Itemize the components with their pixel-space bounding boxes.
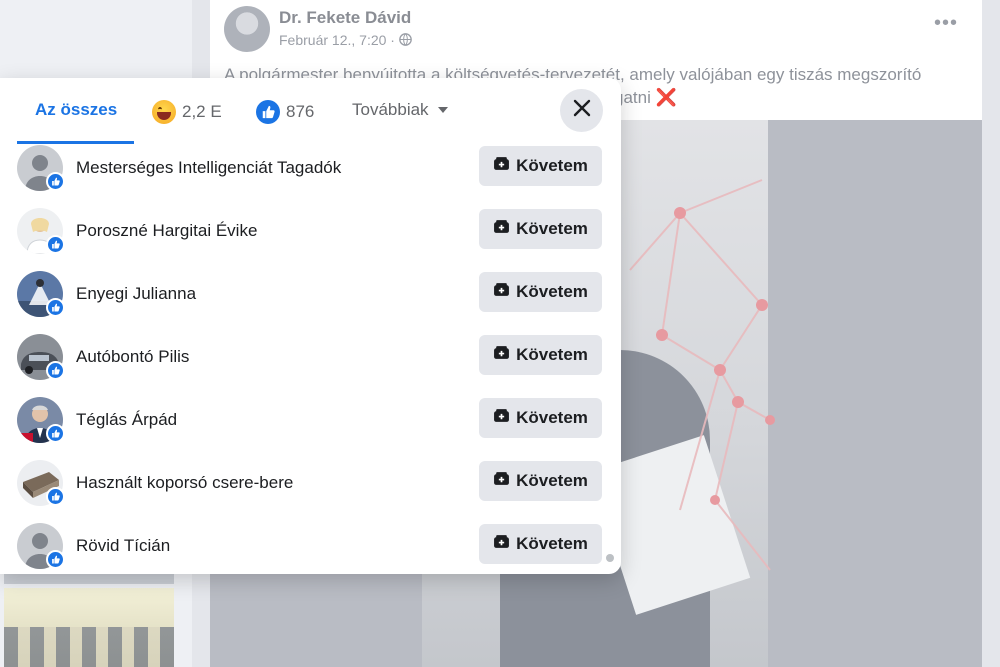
list-item: Rövid Tícián Követem [0,523,621,574]
person-name[interactable]: Autóbontó Pilis [76,347,189,367]
reactions-dialog: Az összes 2,2 E 876 Továbbiak Mestersége… [0,78,621,574]
follow-button[interactable]: Követem [479,335,602,375]
follow-icon [493,155,510,177]
list-item: Autóbontó Pilis Követem [0,334,621,397]
tab-like-count: 876 [286,102,315,121]
follow-button[interactable]: Követem [479,146,602,186]
close-icon [573,99,591,122]
tab-haha[interactable]: 2,2 E [152,100,222,124]
follow-label: Követem [516,471,588,490]
reaction-tabs: Az összes 2,2 E 876 Továbbiak [0,78,621,144]
more-options-icon[interactable]: ••• [934,12,958,35]
follow-button[interactable]: Követem [479,209,602,249]
list-item: Téglás Árpád Követem [0,397,621,460]
follow-button[interactable]: Követem [479,272,602,312]
person-name[interactable]: Rövid Tícián [76,536,170,556]
list-item: Poroszné Hargitai Évike Követem [0,208,621,271]
like-badge-icon [46,172,65,191]
tab-all-label: Az összes [35,100,118,119]
follow-icon [493,344,510,366]
follow-label: Követem [516,219,588,238]
list-item: Használt koporsó csere-bere Követem [0,460,621,523]
follow-button[interactable]: Követem [479,524,602,564]
tab-all[interactable]: Az összes [35,100,117,120]
post-author-avatar[interactable] [224,6,270,52]
follow-icon [493,533,510,555]
person-name[interactable]: Használt koporsó csere-bere [76,473,293,493]
reactions-list: Mesterséges Intelligenciát Tagadók Követ… [0,145,621,574]
list-item: Enyegi Julianna Követem [0,271,621,334]
follow-label: Követem [516,156,588,175]
follow-label: Követem [516,408,588,427]
scrollbar-thumb[interactable] [606,554,614,562]
person-name[interactable]: Enyegi Julianna [76,284,196,304]
close-button[interactable] [560,89,603,132]
thumbnail-image [4,588,174,667]
tab-more-label: Továbbiak [352,100,429,119]
follow-icon [493,470,510,492]
like-badge-icon [46,235,65,254]
like-badge-icon [46,424,65,443]
active-tab-indicator [17,141,134,144]
person-name[interactable]: Poroszné Hargitai Évike [76,221,257,241]
tab-like[interactable]: 876 [256,100,314,124]
follow-label: Követem [516,345,588,364]
like-icon [256,100,280,124]
person-name[interactable]: Mesterséges Intelligenciát Tagadók [76,158,341,178]
like-badge-icon [46,550,65,569]
follow-label: Követem [516,534,588,553]
globe-icon [399,32,412,48]
caret-down-icon [437,107,448,113]
follow-icon [493,218,510,240]
follow-label: Követem [516,282,588,301]
like-badge-icon [46,361,65,380]
follow-icon [493,281,510,303]
list-item: Mesterséges Intelligenciát Tagadók Követ… [0,145,621,208]
like-badge-icon [46,487,65,506]
post-meta-text: Február 12., 7:20 · [279,32,395,48]
follow-button[interactable]: Követem [479,461,602,501]
follow-icon [493,407,510,429]
like-badge-icon [46,298,65,317]
tab-haha-count: 2,2 E [182,102,222,121]
haha-emoji-icon [152,100,176,124]
follow-button[interactable]: Követem [479,398,602,438]
post-timestamp[interactable]: Február 12., 7:20 · [279,32,412,48]
post-author-name[interactable]: Dr. Fekete Dávid [279,8,411,28]
tab-more[interactable]: Továbbiak [352,100,448,120]
person-name[interactable]: Téglás Árpád [76,410,177,430]
